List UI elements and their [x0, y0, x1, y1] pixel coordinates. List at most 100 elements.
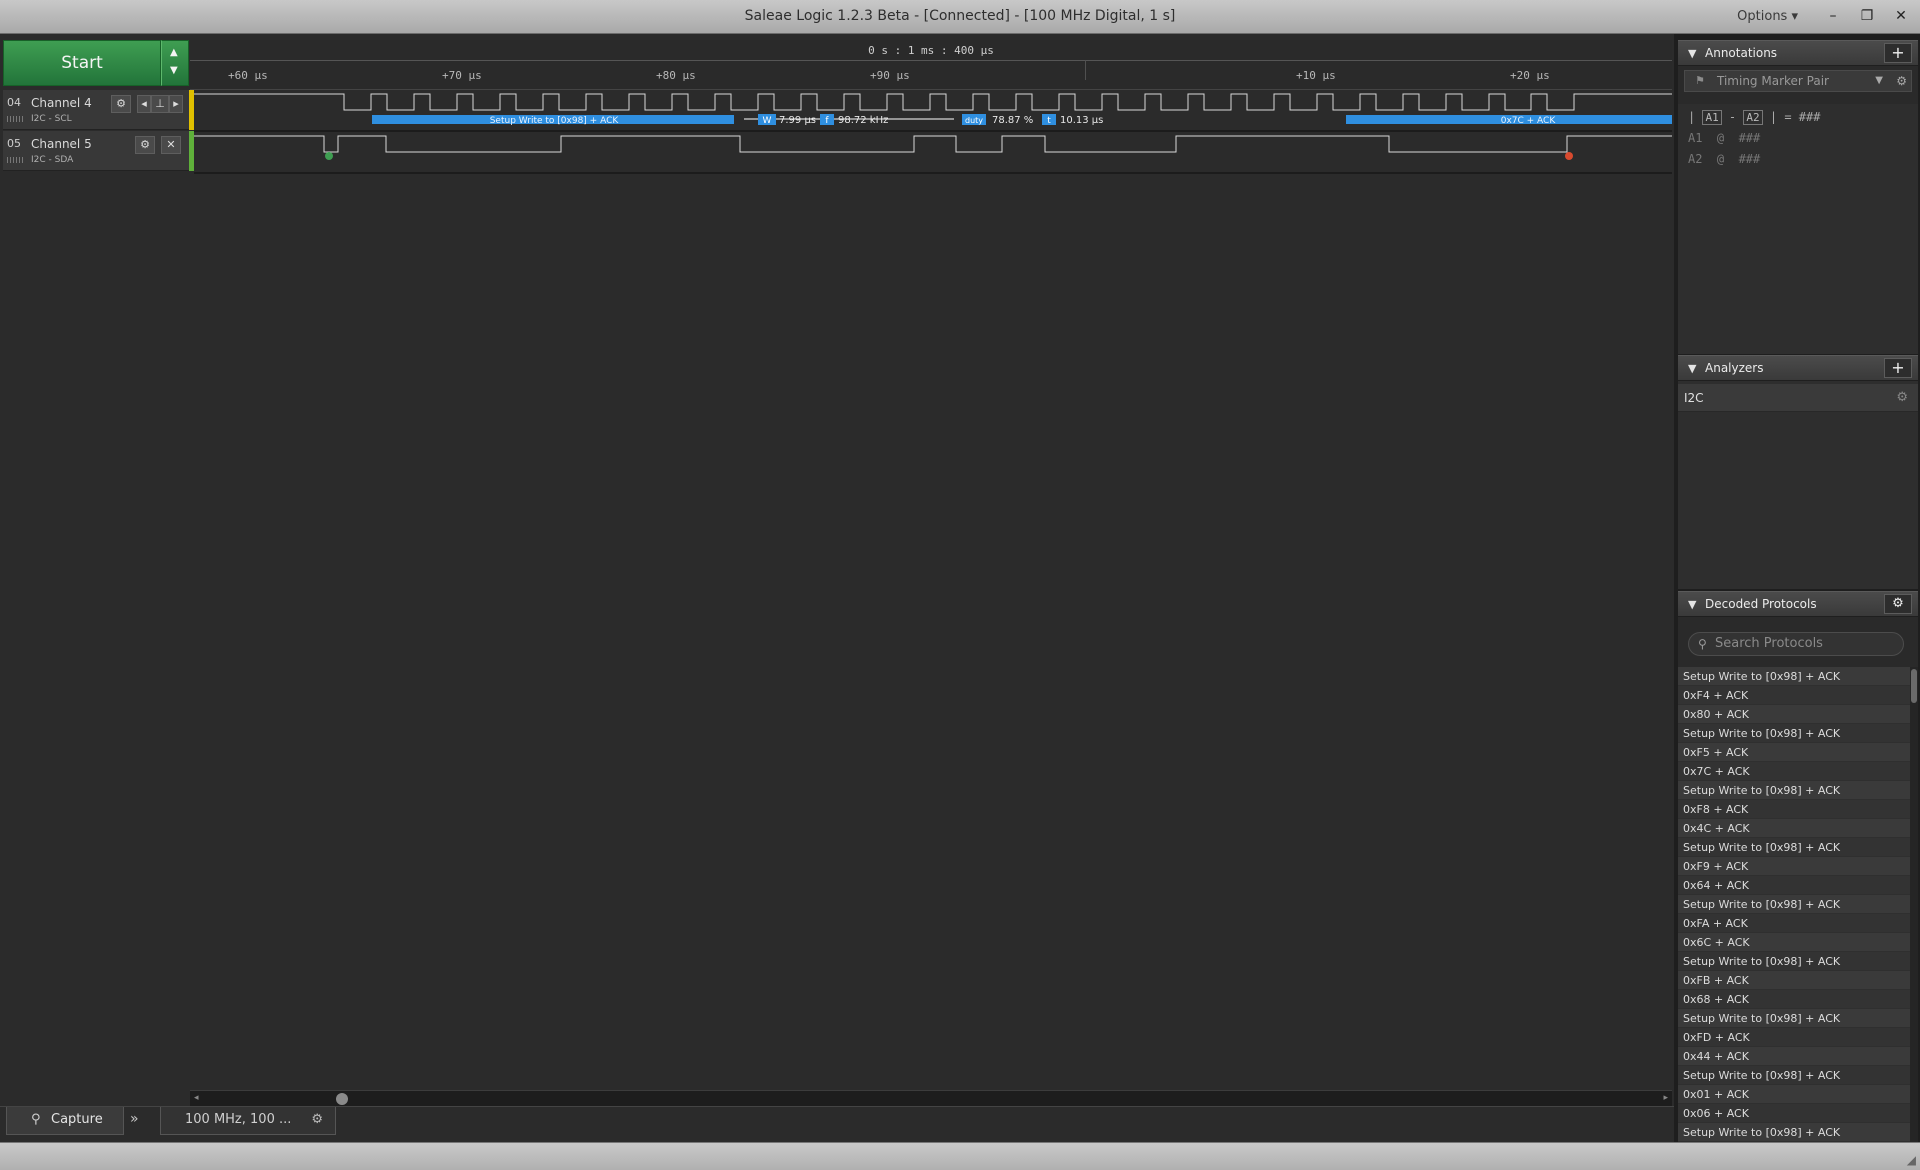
up-arrow-icon[interactable]: ▲	[170, 47, 178, 58]
minimize-button[interactable]: –	[1820, 4, 1846, 28]
gear-icon[interactable]: ⚙	[111, 95, 131, 113]
timeline-center-label: 0 s : 1 ms : 400 μs	[868, 44, 994, 57]
protocol-list-scrollbar[interactable]	[1910, 667, 1918, 1142]
collapse-triangle-icon[interactable]: ▼	[1688, 47, 1696, 60]
drag-grip-icon[interactable]	[7, 116, 23, 122]
prev-edge-icon[interactable]: ◂	[137, 95, 151, 113]
scroll-left-icon[interactable]: ◂	[194, 1093, 199, 1103]
scl-waveform	[194, 93, 1672, 111]
channel-name[interactable]: Channel 5	[31, 137, 92, 151]
decode-label: 0x7C + ACK	[1501, 116, 1557, 126]
annotations-header[interactable]: ▼ Annotations +	[1678, 40, 1918, 66]
analyzer-item-i2c[interactable]: I2C ⚙	[1678, 384, 1918, 412]
list-item[interactable]: 0x7C + ACK	[1678, 762, 1910, 781]
list-item[interactable]: 0x4C + ACK	[1678, 819, 1910, 838]
scroll-thumb[interactable]	[336, 1093, 348, 1105]
period-value: 10.13 μs	[1060, 115, 1103, 126]
tab-sample-rate[interactable]: 100 MHz, 100 ... ⚙	[160, 1107, 336, 1135]
start-options-stepper[interactable]: ▲ ▼	[161, 40, 189, 86]
search-placeholder: Search Protocols	[1715, 636, 1823, 651]
list-item[interactable]: 0xFB + ACK	[1678, 971, 1910, 990]
list-item[interactable]: 0x68 + ACK	[1678, 990, 1910, 1009]
drag-grip-icon[interactable]	[7, 157, 23, 163]
list-item[interactable]: Setup Write to [0x98] + ACK	[1678, 838, 1910, 857]
list-item[interactable]: 0x06 + ACK	[1678, 1104, 1910, 1123]
list-item[interactable]: 0xF5 + ACK	[1678, 743, 1910, 762]
tick-label: +90 μs	[870, 69, 910, 82]
list-item[interactable]: Setup Write to [0x98] + ACK	[1678, 1123, 1910, 1142]
list-item[interactable]: Setup Write to [0x98] + ACK	[1678, 781, 1910, 800]
resize-grip-icon[interactable]: ◢	[1907, 1153, 1916, 1167]
decoded-protocols-list[interactable]: Setup Write to [0x98] + ACK 0xF4 + ACK 0x8…	[1678, 667, 1910, 1142]
start-button[interactable]: Start	[3, 40, 161, 86]
trigger-edge-icon[interactable]: ⊥	[151, 95, 169, 113]
list-item[interactable]: 0x6C + ACK	[1678, 933, 1910, 952]
double-chevron-icon[interactable]: »	[130, 1111, 139, 1127]
remove-trigger-icon[interactable]: ✕	[161, 136, 181, 154]
add-annotation-button[interactable]: +	[1884, 43, 1912, 63]
freq-value: 98.72 kHz	[838, 115, 888, 126]
tick-label: +10 μs	[1296, 69, 1336, 82]
analyzers-list	[1678, 381, 1918, 589]
list-item[interactable]: 0x44 + ACK	[1678, 1047, 1910, 1066]
next-edge-icon[interactable]: ▸	[169, 95, 183, 113]
list-item[interactable]: 0x80 + ACK	[1678, 705, 1910, 724]
decoded-protocols-header[interactable]: ▼ Decoded Protocols ⚙	[1678, 591, 1918, 617]
gear-icon[interactable]: ⚙	[1896, 384, 1908, 412]
list-item[interactable]: 0xF9 + ACK	[1678, 857, 1910, 876]
flag-icon: ⚑	[1695, 74, 1705, 87]
analyzers-header[interactable]: ▼ Analyzers +	[1678, 355, 1918, 381]
list-item[interactable]: 0xFD + ACK	[1678, 1028, 1910, 1047]
list-item[interactable]: Setup Write to [0x98] + ACK	[1678, 1066, 1910, 1085]
start-marker-dot	[325, 152, 333, 160]
waveform-view[interactable]: Setup Write to [0x98] + ACK 0x7C + ACK W…	[194, 90, 1672, 174]
tick-label: +70 μs	[442, 69, 482, 82]
list-item[interactable]: Setup Write to [0x98] + ACK	[1678, 667, 1910, 686]
list-item[interactable]: Setup Write to [0x98] + ACK	[1678, 952, 1910, 971]
dropdown-icon[interactable]: ▼	[1875, 71, 1883, 91]
gear-icon[interactable]: ⚙	[1896, 71, 1907, 91]
list-item[interactable]: Setup Write to [0x98] + ACK	[1678, 1009, 1910, 1028]
a1-marker-badge[interactable]: A1	[1702, 110, 1722, 125]
channel-4-header[interactable]: 04 Channel 4 I2C - SCL ⚙ ◂ ⊥ ▸	[3, 90, 189, 130]
horizontal-scrollbar[interactable]: ◂ ▸	[190, 1090, 1672, 1106]
list-item[interactable]: 0xF8 + ACK	[1678, 800, 1910, 819]
timing-marker-pair-row[interactable]: ⚑ Timing Marker Pair ▼ ⚙	[1684, 70, 1912, 92]
gear-icon[interactable]: ⚙	[1884, 594, 1912, 614]
options-menu[interactable]: Options ▾	[1737, 9, 1798, 24]
channel-number: 05	[7, 137, 21, 150]
list-item[interactable]: 0xFA + ACK	[1678, 914, 1910, 933]
close-button[interactable]: ✕	[1888, 4, 1914, 28]
list-item[interactable]: 0x01 + ACK	[1678, 1085, 1910, 1104]
tick-label: +20 μs	[1510, 69, 1550, 82]
collapse-triangle-icon[interactable]: ▼	[1688, 362, 1696, 375]
channel-label: I2C - SDA	[31, 155, 74, 165]
add-analyzer-button[interactable]: +	[1884, 358, 1912, 378]
tab-capture[interactable]: ⚲ Capture	[6, 1107, 124, 1135]
a2-line: A2 @ ###	[1688, 152, 1761, 166]
maximize-button[interactable]: ❐	[1854, 4, 1880, 28]
annotations-title: Annotations	[1705, 46, 1778, 60]
down-arrow-icon[interactable]: ▼	[170, 65, 178, 76]
gear-icon[interactable]: ⚙	[135, 136, 155, 154]
list-item[interactable]: 0xF4 + ACK	[1678, 686, 1910, 705]
list-item[interactable]: Setup Write to [0x98] + ACK	[1678, 895, 1910, 914]
channel-name[interactable]: Channel 4	[31, 96, 92, 110]
a2-marker-badge[interactable]: A2	[1743, 110, 1763, 125]
time-ruler[interactable]: 0 s : 1 ms : 400 μs +60 μs +70 μs +80 μs…	[190, 40, 1672, 90]
list-item[interactable]: 0x64 + ACK	[1678, 876, 1910, 895]
scroll-thumb[interactable]	[1911, 669, 1917, 703]
status-bar: ◢	[0, 1142, 1920, 1170]
analyzers-title: Analyzers	[1705, 361, 1764, 375]
channel-5-header[interactable]: 05 Channel 5 I2C - SDA ⚙ ✕	[3, 131, 189, 171]
scroll-right-icon[interactable]: ▸	[1663, 1093, 1668, 1103]
delta-value: = ###	[1784, 110, 1821, 124]
list-item[interactable]: Setup Write to [0x98] + ACK	[1678, 724, 1910, 743]
bottom-tab-bar: ⚲ Capture » 100 MHz, 100 ... ⚙	[0, 1106, 1674, 1142]
gear-icon[interactable]: ⚙	[311, 1107, 323, 1133]
search-protocols-input[interactable]: ⚲ Search Protocols	[1688, 632, 1904, 656]
capture-tab-label: Capture	[51, 1112, 103, 1127]
width-tag: W	[763, 116, 772, 126]
collapse-triangle-icon[interactable]: ▼	[1688, 598, 1696, 611]
annotations-content: | A1 - A2 | = ### A1 @ ### A2 @ ###	[1678, 104, 1918, 354]
